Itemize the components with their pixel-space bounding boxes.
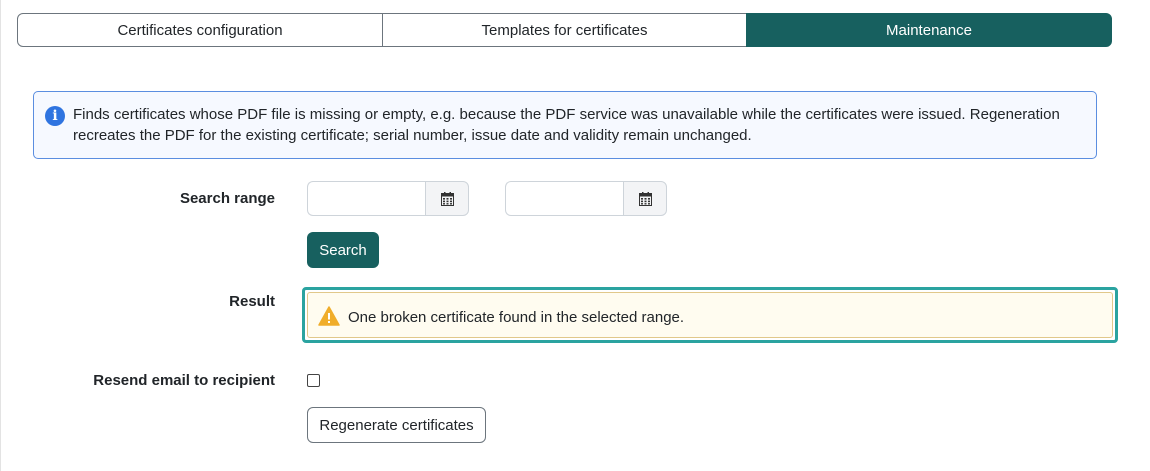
- result-label: Result: [229, 293, 275, 310]
- search-range-label: Search range: [179, 190, 275, 207]
- tab-certificates-configuration[interactable]: Certificates configuration: [17, 13, 383, 47]
- date-to-input[interactable]: [505, 181, 623, 216]
- regenerate-certificates-button[interactable]: Regenerate certificates: [307, 407, 486, 443]
- info-icon: i: [45, 106, 65, 126]
- date-to-calendar-button[interactable]: [623, 181, 667, 216]
- date-from-group: [307, 181, 469, 216]
- result-message: One broken certificate found in the sele…: [348, 309, 685, 326]
- info-alert: i Finds certificates whose PDF file is m…: [33, 91, 1097, 159]
- calendar-icon: [440, 191, 454, 206]
- date-from-calendar-button[interactable]: [425, 181, 469, 216]
- resend-email-checkbox[interactable]: [307, 374, 320, 387]
- calendar-icon: [638, 191, 652, 206]
- tab-templates-for-certificates[interactable]: Templates for certificates: [382, 13, 747, 47]
- page-left-border: [0, 0, 1, 471]
- result-alert: One broken certificate found in the sele…: [307, 292, 1113, 338]
- date-to-group: [505, 181, 667, 216]
- result-alert-focus-ring: One broken certificate found in the sele…: [302, 287, 1118, 343]
- tab-maintenance[interactable]: Maintenance: [746, 13, 1112, 47]
- search-button[interactable]: Search: [307, 232, 379, 268]
- resend-email-label: Resend email to recipient: [93, 372, 275, 389]
- info-text: Finds certificates whose PDF file is mis…: [73, 106, 1060, 144]
- warning-icon: [318, 306, 340, 326]
- date-from-input[interactable]: [307, 181, 425, 216]
- tab-bar: Certificates configuration Templates for…: [17, 13, 1113, 47]
